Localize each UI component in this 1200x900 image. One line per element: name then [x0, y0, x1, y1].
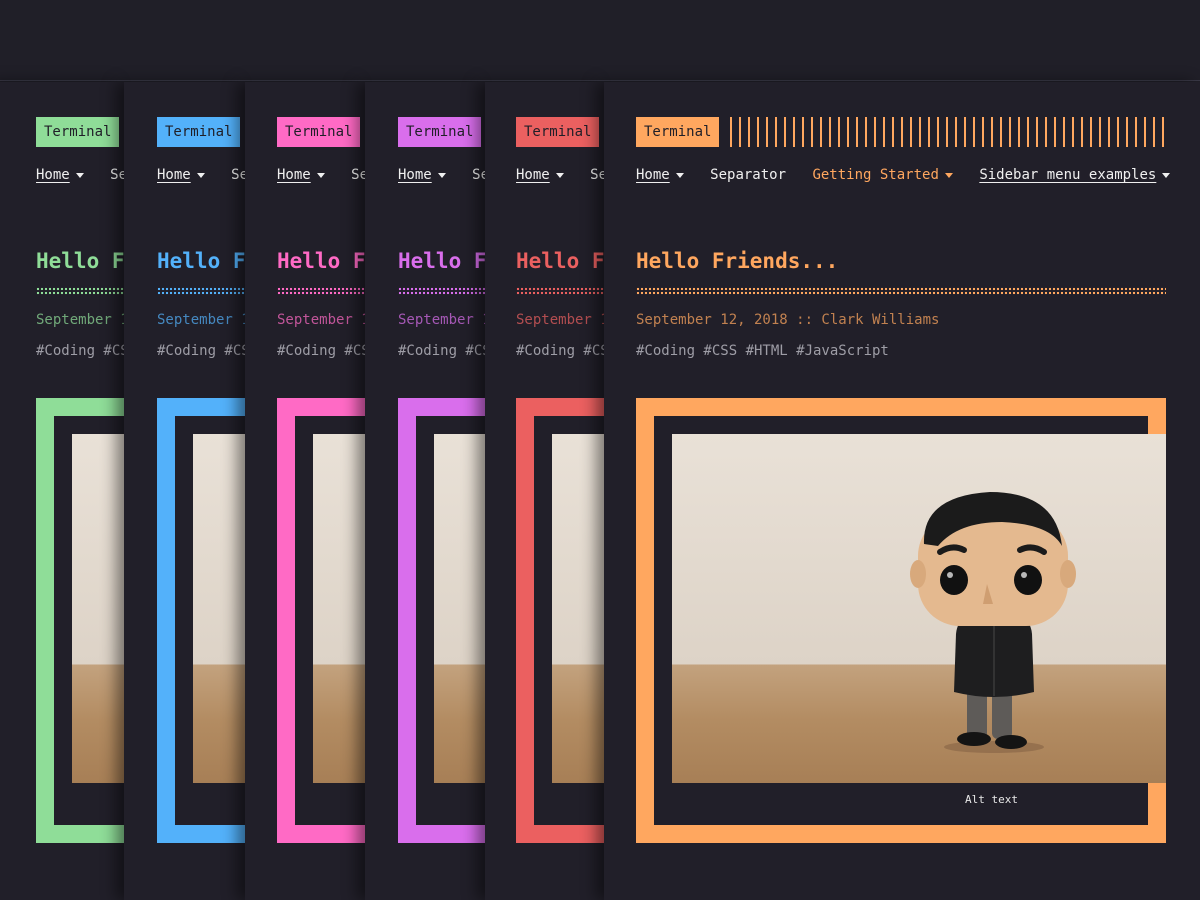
post-image [313, 434, 365, 783]
chevron-down-icon [555, 172, 564, 178]
image-caption: Alt text [965, 793, 1018, 806]
nav-separator[interactable]: Separator [351, 167, 365, 183]
top-divider [0, 80, 1200, 81]
chevron-down-icon [437, 172, 446, 178]
post-image [193, 434, 245, 783]
post-tags: #Coding #CSS #HTML #JavaScript [636, 343, 889, 359]
nav-home[interactable]: Home [516, 167, 564, 183]
nav-home[interactable]: Home [277, 167, 325, 183]
post-title[interactable]: Hello Friends... [516, 249, 604, 273]
post-image [672, 434, 1166, 783]
dotted-divider [516, 287, 604, 295]
logo[interactable]: Terminal [157, 117, 241, 147]
header-stripes [730, 117, 1166, 147]
main-nav: Home Separator [36, 167, 124, 183]
dotted-divider [277, 287, 365, 295]
main-nav: Home Separator [516, 167, 604, 183]
nav-home[interactable]: Home [636, 167, 684, 183]
nav-home[interactable]: Home [398, 167, 446, 183]
post-title[interactable]: Hello Friends... [157, 249, 245, 273]
logo[interactable]: Terminal [36, 117, 120, 147]
nav-separator[interactable]: Separator [110, 167, 124, 183]
nav-getting-started[interactable]: Getting Started [812, 167, 953, 183]
main-nav: Home Separator [157, 167, 245, 183]
logo[interactable]: Terminal [516, 117, 600, 147]
chevron-down-icon [316, 172, 325, 178]
post-meta: September 12, 2018 :: Clark Williams [36, 312, 124, 328]
post-tags: #Coding #CSS #HTML #JavaScript [277, 343, 365, 359]
post-image [72, 434, 124, 783]
theme-panel-green: Terminal Home Separator Hello Friends...… [0, 82, 124, 900]
post-title[interactable]: Hello Friends... [277, 249, 365, 273]
dotted-divider [36, 287, 124, 295]
theme-panel-purple: Terminal Home Separator Hello Friends...… [365, 82, 485, 900]
main-nav: Home Separator [277, 167, 365, 183]
dotted-divider [636, 287, 1166, 295]
chevron-down-icon [75, 172, 84, 178]
logo[interactable]: Terminal [277, 117, 361, 147]
dotted-divider [157, 287, 245, 295]
post-meta: September 12, 2018 :: Clark Williams [516, 312, 604, 328]
nav-home[interactable]: Home [157, 167, 205, 183]
nav-separator[interactable]: Separator [710, 167, 786, 183]
post-meta: September 12, 2018 :: Clark Williams [636, 312, 940, 328]
logo[interactable]: Terminal [636, 117, 720, 147]
theme-panel-pink: Terminal Home Separator Hello Friends...… [245, 82, 365, 900]
post-title[interactable]: Hello Friends... [36, 249, 124, 273]
nav-separator[interactable]: Separator [231, 167, 245, 183]
post-tags: #Coding #CSS #HTML #JavaScript [516, 343, 604, 359]
theme-panel-blue: Terminal Home Separator Hello Friends...… [124, 82, 245, 900]
nav-separator[interactable]: Separator [590, 167, 604, 183]
main-nav: Home Separator Getting Started Sidebar m… [636, 167, 1188, 183]
post-title[interactable]: Hello Friends... [636, 249, 838, 273]
post-meta: September 12, 2018 :: Clark Williams [398, 312, 485, 328]
post-image [434, 434, 485, 783]
chevron-down-icon [196, 172, 205, 178]
post-meta: September 12, 2018 :: Clark Williams [277, 312, 365, 328]
post-tags: #Coding #CSS #HTML #JavaScript [36, 343, 124, 359]
post-title[interactable]: Hello Friends... [398, 249, 485, 273]
main-nav: Home Separator [398, 167, 485, 183]
nav-sidebar-menu[interactable]: Sidebar menu examples [979, 167, 1171, 183]
funko-figure-illustration [910, 492, 1076, 753]
theme-panel-orange: Terminal Home Separator Getting Started … [604, 82, 1200, 900]
post-tags: #Coding #CSS #HTML #JavaScript [398, 343, 485, 359]
post-meta: September 12, 2018 :: Clark Williams [157, 312, 245, 328]
dotted-divider [398, 287, 485, 295]
theme-panel-red: Terminal Home Separator Hello Friends...… [485, 82, 604, 900]
logo[interactable]: Terminal [398, 117, 482, 147]
chevron-down-icon [1162, 172, 1171, 178]
nav-separator[interactable]: Separator [472, 167, 485, 183]
chevron-down-icon [944, 172, 953, 178]
post-image [552, 434, 604, 783]
nav-home[interactable]: Home [36, 167, 84, 183]
post-tags: #Coding #CSS #HTML #JavaScript [157, 343, 245, 359]
chevron-down-icon [675, 172, 684, 178]
